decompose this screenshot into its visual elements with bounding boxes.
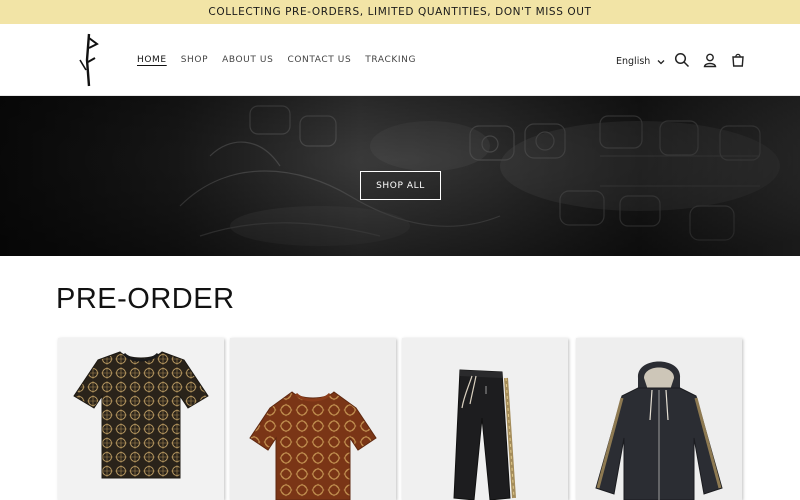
shop-all-button[interactable]: SHOP ALL — [360, 171, 441, 200]
announcement-bar: COLLECTING PRE-ORDERS, LIMITED QUANTITIE… — [0, 0, 800, 24]
hero-banner: SHOP ALL — [0, 96, 800, 256]
cart-icon[interactable] — [728, 50, 748, 70]
chevron-down-icon — [656, 52, 666, 71]
nav-about-us[interactable]: ABOUT US — [215, 52, 280, 68]
nav-shop[interactable]: SHOP — [174, 52, 215, 68]
announcement-text: COLLECTING PRE-ORDERS, LIMITED QUANTITIE… — [208, 6, 592, 18]
product-card-tshirt-rust-gold[interactable] — [230, 338, 396, 500]
product-image-tshirt-black — [58, 338, 224, 500]
product-card-tshirt-black-gold[interactable] — [58, 338, 224, 500]
search-icon[interactable] — [672, 50, 692, 70]
nav-contact-us[interactable]: CONTACT US — [280, 52, 358, 68]
nav-home[interactable]: HOME — [130, 52, 174, 68]
language-selector[interactable]: English — [616, 52, 666, 71]
main-nav: HOME SHOP ABOUT US CONTACT US TRACKING — [130, 52, 423, 68]
site-header: HOME SHOP ABOUT US CONTACT US TRACKING E… — [0, 24, 800, 96]
account-icon[interactable] — [700, 50, 720, 70]
brand-logo[interactable] — [76, 32, 100, 88]
section-title: PRE-ORDER — [56, 283, 235, 315]
product-image-hoodie — [576, 338, 742, 500]
nav-tracking[interactable]: TRACKING — [358, 52, 423, 68]
product-card-joggers[interactable] — [402, 338, 568, 500]
product-image-joggers — [402, 338, 568, 500]
language-label: English — [616, 56, 651, 67]
product-card-hoodie[interactable] — [576, 338, 742, 500]
product-image-tshirt-rust — [230, 338, 396, 500]
product-grid — [58, 338, 748, 500]
